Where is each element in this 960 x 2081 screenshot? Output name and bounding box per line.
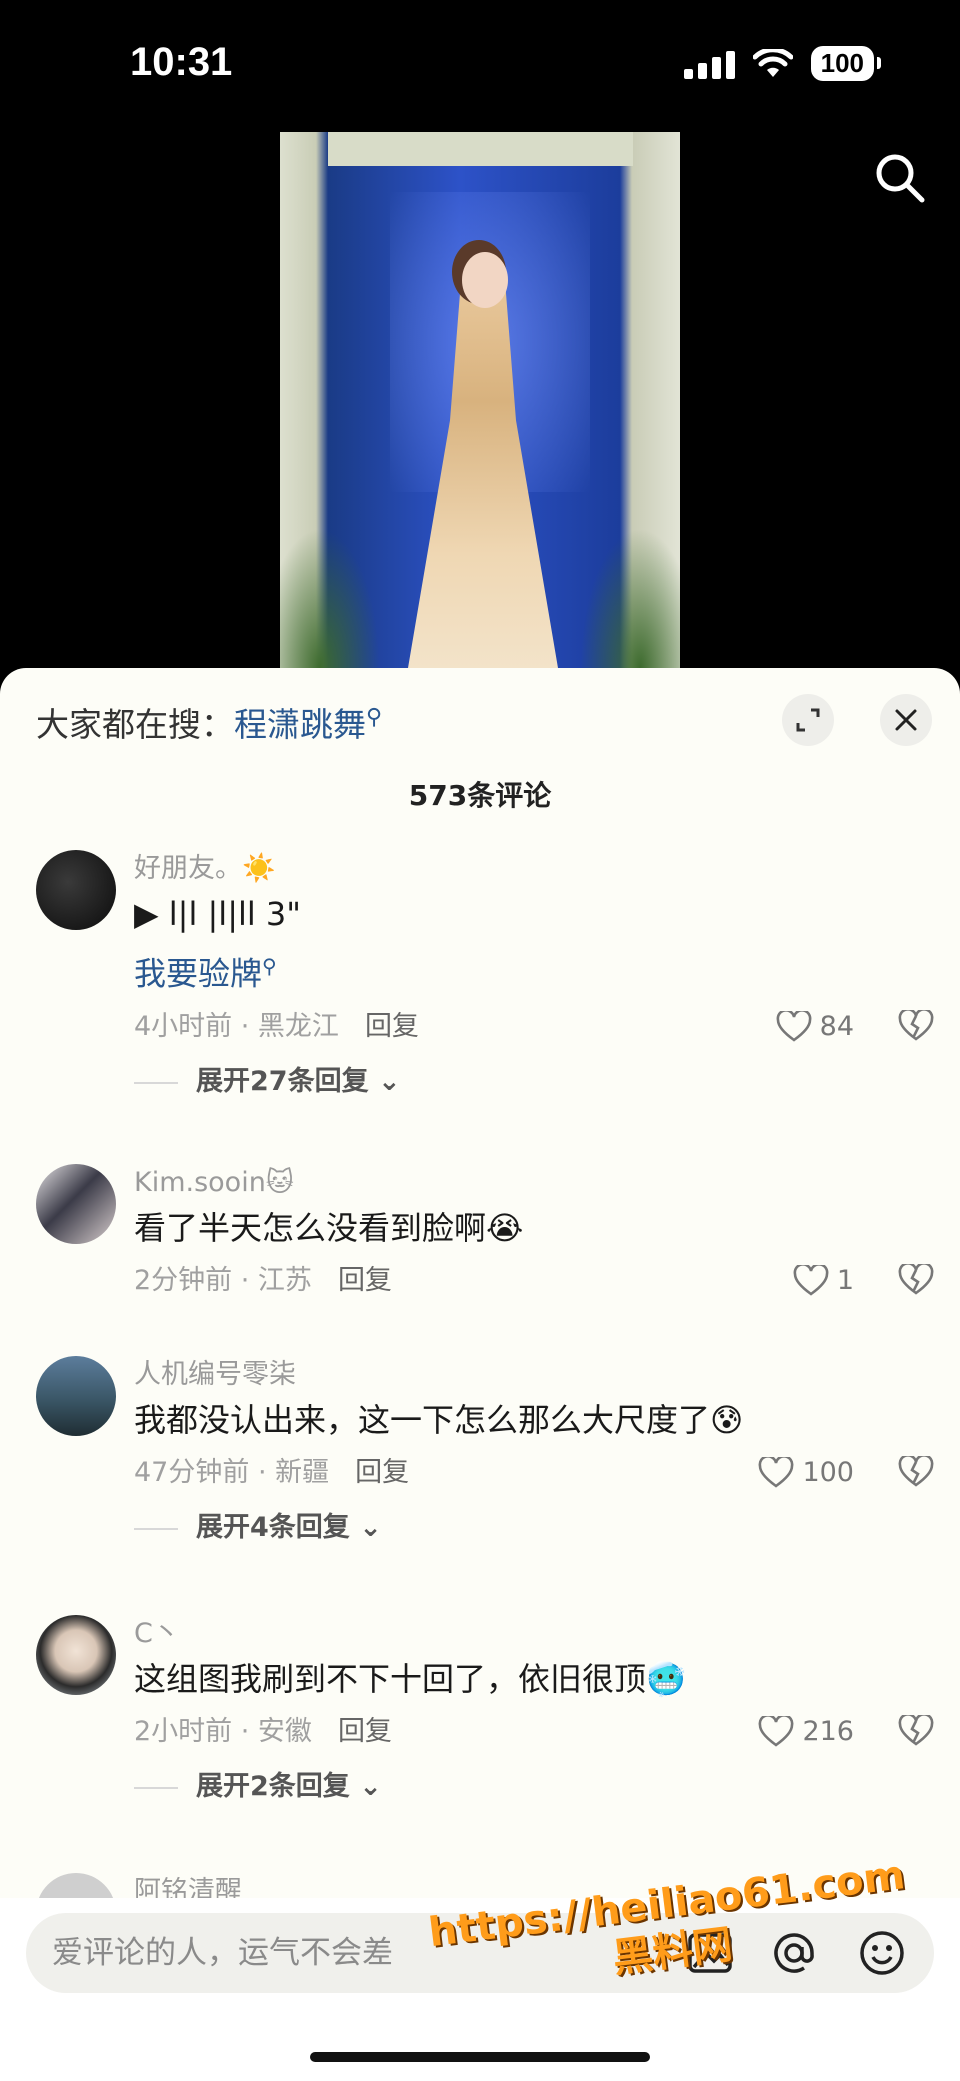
chevron-down-icon: ⌄ [377,1065,401,1097]
avatar[interactable] [36,850,116,930]
status-icons: 100 [683,46,882,81]
chevron-down-icon: ⌄ [359,1771,382,1802]
reply-button[interactable]: 回复 [365,1011,419,1042]
battery-indicator: 100 [810,46,882,81]
expand-replies-label[interactable]: 展开4条回复 [196,1512,350,1543]
figure-head [462,252,508,308]
comment-author[interactable]: Kim.sooin🐱 [134,1164,934,1202]
heart-icon [759,1716,794,1747]
like-button[interactable]: 216 [758,1705,854,1759]
search-small-icon: ⚲ [262,954,277,978]
like-button[interactable]: 84 [776,1000,854,1054]
hot-search-term[interactable]: 程潇跳舞 [234,705,366,744]
like-button[interactable]: 1 [793,1254,854,1308]
home-indicator[interactable] [310,2052,650,2062]
status-time: 10:31 [130,40,233,84]
expand-replies[interactable]: 展开4条回复 ⌄ [134,1500,934,1556]
avatar[interactable] [36,1164,116,1244]
avatar[interactable] [36,1615,116,1695]
comment-meta: 4小时前 · 黑龙江 回复 84 [134,1000,934,1054]
plant-right [580,528,680,668]
plant-left [280,528,380,668]
hot-search-label: 大家都在搜： [36,705,234,744]
comment-text: 看了半天怎么没看到脸啊😭 [134,1209,524,1247]
comment-meta: 2小时前 · 安徽 回复 216 [134,1705,934,1759]
comment-text: 我都没认出来，这一下怎么那么大尺度了😰 [134,1401,744,1439]
comment-meta: 2分钟前 · 江苏 回复 1 [134,1254,934,1308]
comment-search-link[interactable]: 我要验牌⚲ [134,940,934,1000]
door-frame [328,132,633,166]
hot-search[interactable]: 大家都在搜：程潇跳舞⚲ [36,698,382,746]
close-button[interactable] [880,694,932,746]
comment-text: 这组图我刷到不下十回了，依旧很顶🥶 [134,1660,686,1698]
comment-time-location: 4小时前 · 黑龙江 [134,1010,339,1042]
comment-time-location: 2分钟前 · 江苏 [134,1265,312,1296]
wifi-icon [752,48,793,77]
video-preview[interactable] [280,132,680,668]
comment-time-location: 2小时前 · 安徽 [134,1716,312,1747]
expand-replies[interactable]: 展开2条回复 ⌄ [134,1759,934,1815]
comment-input-placeholder[interactable]: 爱评论的人，运气不会差 [52,1913,393,1993]
avatar[interactable] [36,1356,116,1436]
comment-text: ▶ ⅼ|ⅼ |ⅼ|ⅼⅼ 3" [134,895,301,933]
comment-time-location: 47分钟前 · 新疆 [134,1457,330,1488]
expand-replies-label[interactable]: 展开2条回复 [196,1771,350,1802]
like-count: 216 [802,1716,854,1747]
expand-icon [796,708,820,732]
dislike-icon[interactable] [898,1009,934,1042]
expand-replies[interactable]: 展开27条回复 ⌄ [134,1054,934,1110]
chevron-down-icon: ⌄ [359,1512,382,1543]
like-count: 100 [802,1457,854,1488]
expand-button[interactable] [782,694,834,746]
comment-author[interactable]: 人机编号零柒 [134,1356,934,1394]
search-link-text[interactable]: 我要验牌 [134,955,262,993]
reply-button[interactable]: 回复 [355,1457,409,1488]
comment-author[interactable]: C丶 [134,1615,934,1653]
like-count: 1 [836,1265,854,1296]
dislike-icon[interactable] [898,1456,934,1488]
like-button[interactable]: 100 [758,1446,854,1500]
reply-button[interactable]: 回复 [338,1716,392,1747]
search-icon[interactable] [870,148,930,208]
heart-icon [759,1457,794,1488]
comment-meta: 47分钟前 · 新疆 回复 100 [134,1446,934,1500]
heart-icon [793,1265,829,1296]
dislike-icon[interactable] [898,1264,934,1296]
dislike-icon[interactable] [898,1715,934,1747]
close-icon [895,709,917,731]
reply-button[interactable]: 回复 [338,1265,392,1296]
cellular-signal-icon [683,49,735,79]
search-small-icon: ⚲ [366,705,383,730]
comment-count-title: 573条评论 [408,779,552,812]
expand-replies-label[interactable]: 展开27条回复 [196,1066,369,1097]
like-count: 84 [819,1010,854,1042]
heart-icon [776,1010,812,1042]
comment-author[interactable]: 好朋友。☀️ [134,850,934,888]
